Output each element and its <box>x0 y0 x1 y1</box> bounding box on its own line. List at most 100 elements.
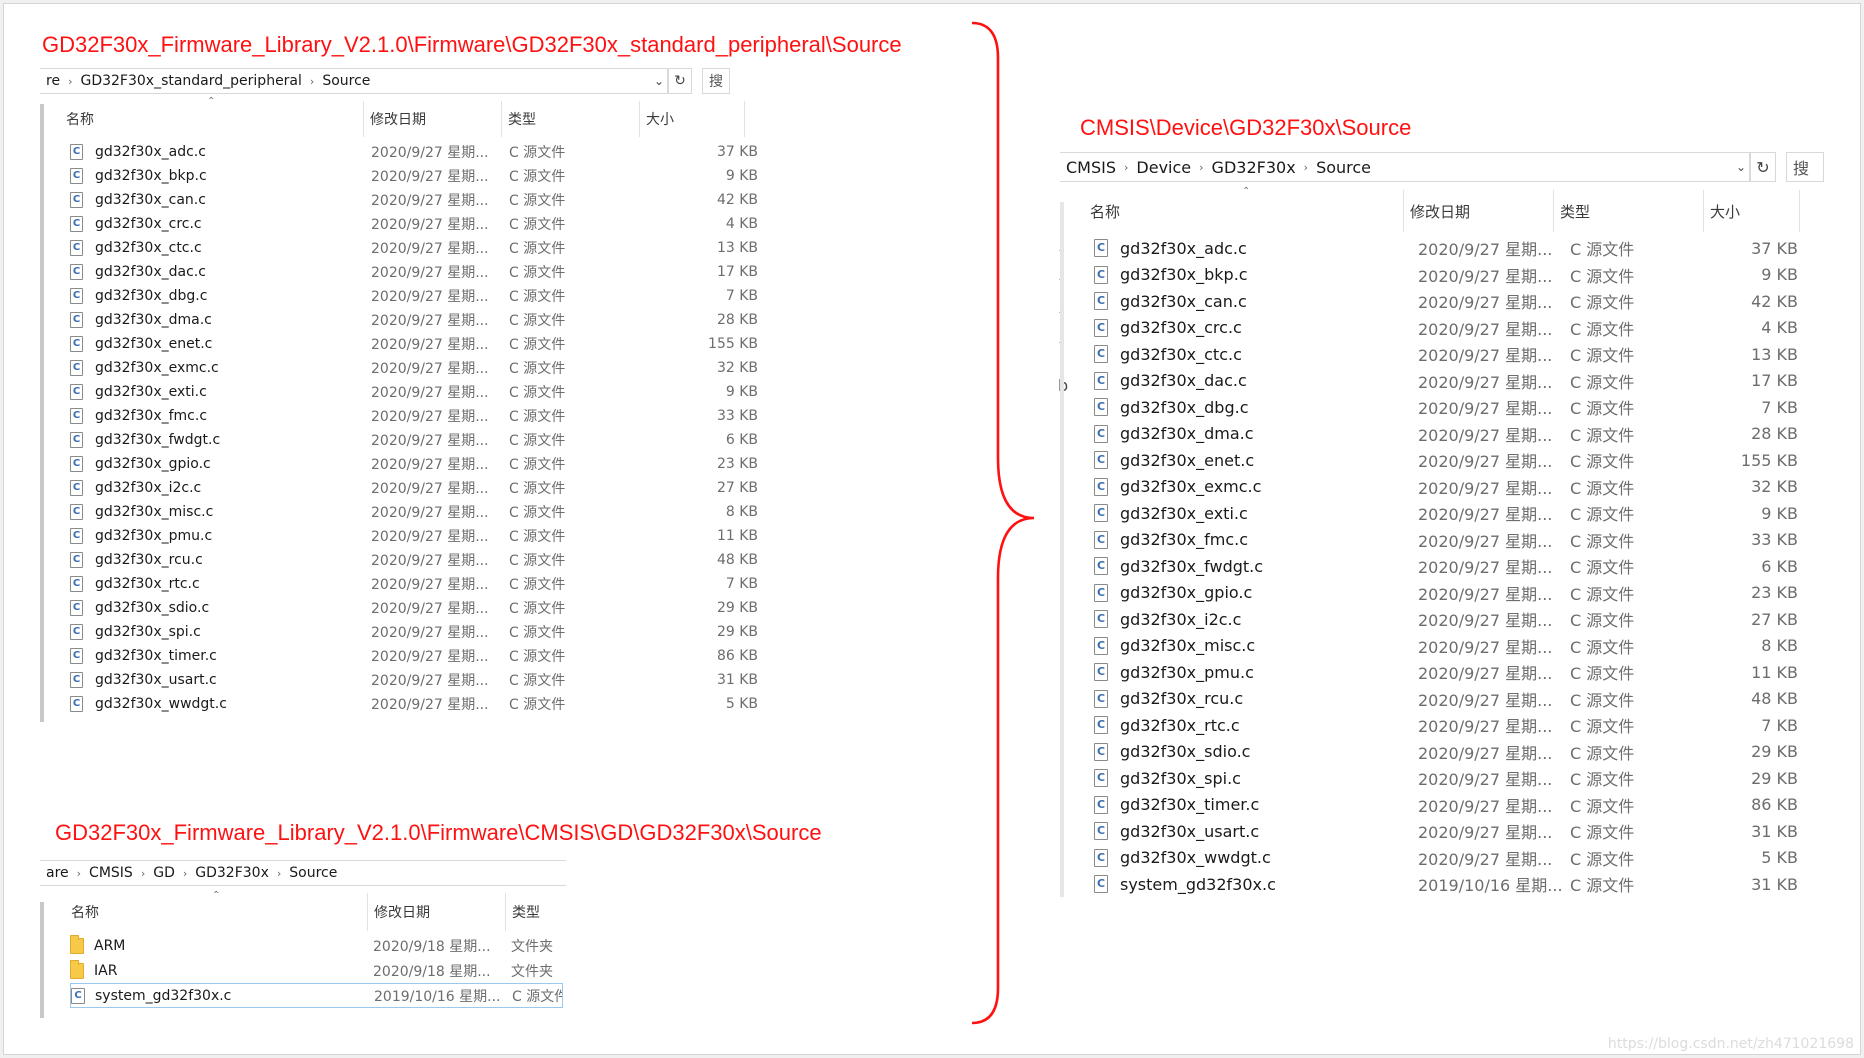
file-row[interactable]: Cgd32f30x_enet.c 2020/9/27 星期... C 源文件 155 … <box>1094 447 1798 474</box>
file-row[interactable]: Cgd32f30x_fmc.c 2020/9/27 星期... C 源文件 33 KB <box>1094 527 1798 554</box>
file-row[interactable]: Cgd32f30x_sdio.c 2020/9/27 星期... C 源文件 29 K… <box>1094 739 1798 766</box>
breadcrumb-item[interactable]: Device <box>1130 158 1197 177</box>
file-row[interactable]: Cgd32f30x_bkp.c 2020/9/27 星期... C 源文件 9 KB <box>70 164 758 188</box>
c-file-icon: C <box>70 648 83 664</box>
breadcrumb-item[interactable]: CMSIS <box>1060 158 1122 177</box>
file-row[interactable]: Cgd32f30x_wwdgt.c 2020/9/27 星期... C 源文件 5 K… <box>1094 845 1798 872</box>
refresh-icon[interactable]: ↻ <box>668 68 692 94</box>
column-header-type[interactable]: 类型 <box>1554 190 1704 232</box>
file-row[interactable]: Cgd32f30x_misc.c 2020/9/27 星期... C 源文件 8 KB <box>70 500 758 524</box>
file-row[interactable]: Cgd32f30x_dma.c 2020/9/27 星期... C 源文件 28 KB <box>70 308 758 332</box>
column-header-type[interactable]: 类型 <box>506 893 566 931</box>
column-header-name[interactable]: 名称 <box>60 101 364 137</box>
file-row[interactable]: Cgd32f30x_can.c 2020/9/27 星期... C 源文件 42 KB <box>70 188 758 212</box>
file-row[interactable]: Cgd32f30x_fmc.c 2020/9/27 星期... C 源文件 33 KB <box>70 404 758 428</box>
file-row[interactable]: IAR 2020/9/18 星期... 文件夹 <box>70 958 563 983</box>
file-type: C 源文件 <box>509 673 566 689</box>
file-row[interactable]: Cgd32f30x_spi.c 2020/9/27 星期... C 源文件 29 KB <box>70 620 758 644</box>
file-row[interactable]: Cgd32f30x_pmu.c 2020/9/27 星期... C 源文件 11 KB <box>70 524 758 548</box>
breadcrumb: re › GD32F30x_standard_peripheral › Source <box>40 73 651 89</box>
file-name: gd32f30x_enet.c <box>1120 450 1255 470</box>
address-bar[interactable]: CMSIS › Device › GD32F30x › Source ⌄ <box>1060 152 1750 182</box>
file-row[interactable]: Cgd32f30x_ctc.c 2020/9/27 星期... C 源文件 13 KB <box>1094 341 1798 368</box>
file-row[interactable]: Cgd32f30x_fwdgt.c 2020/9/27 星期... C 源文件 6 K… <box>70 428 758 452</box>
file-row[interactable]: Cgd32f30x_crc.c 2020/9/27 星期... C 源文件 4 KB <box>70 212 758 236</box>
file-row[interactable]: ARM 2020/9/18 星期... 文件夹 <box>70 933 563 958</box>
file-row[interactable]: Cgd32f30x_can.c 2020/9/27 星期... C 源文件 42 KB <box>1094 288 1798 315</box>
file-row[interactable]: Cgd32f30x_i2c.c 2020/9/27 星期... C 源文件 27 KB <box>70 476 758 500</box>
breadcrumb-item[interactable]: Source <box>1310 158 1377 177</box>
chevron-down-icon[interactable]: ⌄ <box>1733 160 1749 174</box>
file-row[interactable]: Cgd32f30x_fwdgt.c 2020/9/27 星期... C 源文件 6 K… <box>1094 553 1798 580</box>
refresh-icon[interactable]: ↻ <box>1750 152 1776 182</box>
column-header-modified[interactable]: 修改日期 <box>1404 190 1554 232</box>
file-row[interactable]: Cgd32f30x_rcu.c 2020/9/27 星期... C 源文件 48 KB <box>1094 686 1798 713</box>
breadcrumb-item[interactable]: re <box>40 73 66 89</box>
explorer-panel-cmsis-gd: are › CMSIS › GD › GD32F30x › Source ⌃ 名称 修改日期 类… <box>40 860 568 1018</box>
file-name: gd32f30x_pmu.c <box>1120 662 1254 682</box>
file-row[interactable]: Cgd32f30x_dac.c 2020/9/27 星期... C 源文件 17 KB <box>1094 368 1798 395</box>
file-name: gd32f30x_can.c <box>95 192 206 208</box>
file-list: Cgd32f30x_adc.c 2020/9/27 星期... C 源文件 37 KB… <box>70 140 758 716</box>
column-header-modified[interactable]: 修改日期 <box>368 893 506 931</box>
file-row[interactable]: Cgd32f30x_dbg.c 2020/9/27 星期... C 源文件 7 KB <box>1094 394 1798 421</box>
file-row[interactable]: Cgd32f30x_exmc.c 2020/9/27 星期... C 源文件 32 K… <box>1094 474 1798 501</box>
file-row[interactable]: Cgd32f30x_pmu.c 2020/9/27 星期... C 源文件 11 KB <box>1094 659 1798 686</box>
column-header-type[interactable]: 类型 <box>502 101 640 137</box>
folder-icon <box>70 934 84 954</box>
search-input[interactable]: 搜 <box>702 68 730 94</box>
chevron-down-icon[interactable]: ⌄ <box>651 74 667 88</box>
search-input[interactable]: 搜 <box>1786 152 1824 182</box>
file-row[interactable]: Cgd32f30x_crc.c 2020/9/27 星期... C 源文件 4 KB <box>1094 315 1798 342</box>
file-row[interactable]: Cgd32f30x_spi.c 2020/9/27 星期... C 源文件 29 KB <box>1094 765 1798 792</box>
file-row[interactable]: Cgd32f30x_gpio.c 2020/9/27 星期... C 源文件 23 K… <box>1094 580 1798 607</box>
file-row[interactable]: Cgd32f30x_rtc.c 2020/9/27 星期... C 源文件 7 KB <box>70 572 758 596</box>
breadcrumb-item[interactable]: Source <box>283 865 343 881</box>
file-row[interactable]: Cgd32f30x_timer.c 2020/9/27 星期... C 源文件 86 … <box>70 644 758 668</box>
address-bar[interactable]: are › CMSIS › GD › GD32F30x › Source <box>40 860 566 886</box>
file-row[interactable]: Cgd32f30x_timer.c 2020/9/27 星期... C 源文件 86 … <box>1094 792 1798 819</box>
file-row[interactable]: Cgd32f30x_rtc.c 2020/9/27 星期... C 源文件 7 KB <box>1094 712 1798 739</box>
file-row[interactable]: Cgd32f30x_adc.c 2020/9/27 星期... C 源文件 37 KB <box>70 140 758 164</box>
breadcrumb-item[interactable]: GD32F30x <box>189 865 275 881</box>
file-type: C 源文件 <box>509 553 566 569</box>
file-row[interactable]: Cgd32f30x_enet.c 2020/9/27 星期... C 源文件 155 … <box>70 332 758 356</box>
breadcrumb-item[interactable]: GD32F30x_standard_peripheral <box>74 73 307 89</box>
file-row[interactable]: Cgd32f30x_usart.c 2020/9/27 星期... C 源文件 31 … <box>1094 818 1798 845</box>
breadcrumb-item[interactable]: GD <box>147 865 181 881</box>
file-size: 155 KB <box>708 336 758 352</box>
breadcrumb-item[interactable]: CMSIS <box>83 865 139 881</box>
file-row[interactable]: Cgd32f30x_exti.c 2020/9/27 星期... C 源文件 9 KB <box>70 380 758 404</box>
column-header-name[interactable]: 名称 <box>65 893 368 931</box>
file-size: 29 KB <box>1751 742 1798 762</box>
address-bar[interactable]: re › GD32F30x_standard_peripheral › Source ⌄ <box>40 68 668 94</box>
column-header-name[interactable]: 名称 <box>1084 190 1404 232</box>
file-name: system_gd32f30x.c <box>1120 874 1276 894</box>
column-header-size[interactable]: 大小 <box>640 101 745 137</box>
file-row[interactable]: Csystem_gd32f30x.c 2019/10/16 星期... C 源文件 <box>70 983 563 1008</box>
file-name: gd32f30x_enet.c <box>95 336 213 352</box>
breadcrumb-item[interactable]: are <box>40 865 75 881</box>
column-header-size[interactable]: 大小 <box>1704 190 1800 232</box>
file-row[interactable]: Cgd32f30x_misc.c 2020/9/27 星期... C 源文件 8 KB <box>1094 633 1798 660</box>
file-row[interactable]: Cgd32f30x_gpio.c 2020/9/27 星期... C 源文件 23 K… <box>70 452 758 476</box>
file-row[interactable]: Cgd32f30x_usart.c 2020/9/27 星期... C 源文件 31 … <box>70 668 758 692</box>
file-name: gd32f30x_exmc.c <box>95 360 219 376</box>
file-row[interactable]: Cgd32f30x_wwdgt.c 2020/9/27 星期... C 源文件 5 K… <box>70 692 758 716</box>
column-header-modified[interactable]: 修改日期 <box>364 101 502 137</box>
file-row[interactable]: Cgd32f30x_dbg.c 2020/9/27 星期... C 源文件 7 KB <box>70 284 758 308</box>
file-row[interactable]: Cgd32f30x_dma.c 2020/9/27 星期... C 源文件 28 KB <box>1094 421 1798 448</box>
breadcrumb-item[interactable]: Source <box>316 73 376 89</box>
file-row[interactable]: Cgd32f30x_exti.c 2020/9/27 星期... C 源文件 9 KB <box>1094 500 1798 527</box>
file-row[interactable]: Cgd32f30x_adc.c 2020/9/27 星期... C 源文件 37 KB <box>1094 235 1798 262</box>
file-row[interactable]: Cgd32f30x_i2c.c 2020/9/27 星期... C 源文件 27 KB <box>1094 606 1798 633</box>
file-row[interactable]: Cgd32f30x_dac.c 2020/9/27 星期... C 源文件 17 KB <box>70 260 758 284</box>
file-type: C 源文件 <box>509 481 566 497</box>
file-row[interactable]: Cgd32f30x_ctc.c 2020/9/27 星期... C 源文件 13 KB <box>70 236 758 260</box>
breadcrumb-item[interactable]: GD32F30x <box>1206 158 1302 177</box>
file-row[interactable]: Cgd32f30x_bkp.c 2020/9/27 星期... C 源文件 9 KB <box>1094 262 1798 289</box>
file-row[interactable]: Cgd32f30x_rcu.c 2020/9/27 星期... C 源文件 48 KB <box>70 548 758 572</box>
file-row[interactable]: Cgd32f30x_sdio.c 2020/9/27 星期... C 源文件 29 K… <box>70 596 758 620</box>
file-row[interactable]: Cgd32f30x_exmc.c 2020/9/27 星期... C 源文件 32 K… <box>70 356 758 380</box>
file-row[interactable]: Csystem_gd32f30x.c 2019/10/16 星期... C 源文件 3… <box>1094 871 1798 898</box>
